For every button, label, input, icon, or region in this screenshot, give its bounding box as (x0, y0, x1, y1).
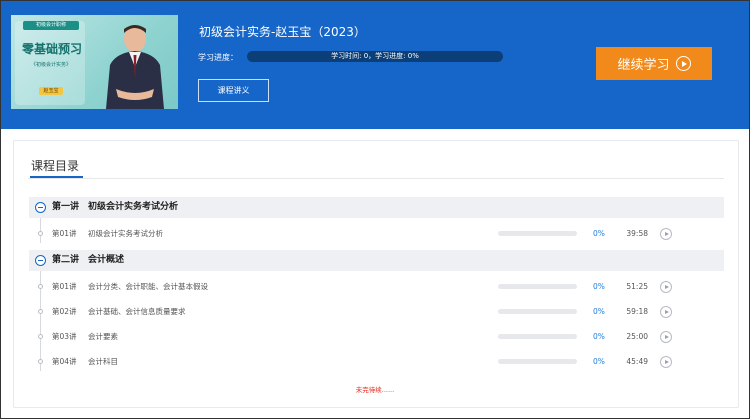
chapter-title: 第一讲 初级会计实务考试分析 (52, 202, 179, 212)
collapse-minus-icon[interactable] (35, 255, 46, 266)
lesson-row[interactable]: 第01讲 会计分类、会计职能、会计基本假设 0% 51:25 (29, 278, 724, 296)
thumbnail-sub-text: 《初级会计实务》 (30, 62, 71, 68)
lesson-play-icon[interactable] (660, 281, 672, 293)
lesson-row[interactable]: 第01讲 初级会计实务考试分析 0% 39:58 (29, 225, 724, 243)
lesson-title[interactable]: 会计分类、会计职能、会计基本假设 (88, 278, 208, 296)
lesson-progress-bar (498, 309, 577, 314)
lesson-row[interactable]: 第02讲 会计基础、会计信息质量要求 0% 59:18 (29, 303, 724, 321)
continue-learning-label: 继续学习 (617, 58, 670, 73)
chapter-header[interactable]: 第二讲 会计概述 (29, 250, 724, 271)
lesson-number: 第02讲 (52, 307, 77, 316)
continue-learning-button[interactable]: 继续学习 (596, 47, 712, 80)
lesson-progress-percent: 0% (593, 307, 605, 316)
catalog-divider (28, 178, 724, 179)
lesson-dot (38, 309, 43, 314)
lesson-dot (38, 231, 43, 236)
course-progress-text: 学习时间: 0，学习进度: 0% (331, 52, 419, 60)
lesson-title[interactable]: 初级会计实务考试分析 (88, 225, 163, 243)
chapter-title: 第二讲 会计概述 (52, 255, 125, 265)
lesson-progress-percent: 0% (593, 282, 605, 291)
lesson-play-icon[interactable] (660, 356, 672, 368)
lesson-duration: 59:18 (626, 307, 648, 316)
lesson-progress-bar (498, 231, 577, 236)
course-progress-bar: 学习时间: 0，学习进度: 0% (247, 51, 503, 62)
lesson-title[interactable]: 会计要素 (88, 328, 118, 346)
lesson-duration: 45:49 (626, 357, 648, 366)
lesson-number: 第03讲 (52, 332, 77, 341)
lesson-row[interactable]: 第04讲 会计科目 0% 45:49 (29, 353, 724, 371)
lesson-play-icon[interactable] (660, 306, 672, 318)
lesson-number: 第01讲 (52, 229, 77, 238)
lesson-number: 第01讲 (52, 282, 77, 291)
lesson-progress-percent: 0% (593, 357, 605, 366)
lesson-title[interactable]: 会计基础、会计信息质量要求 (88, 303, 186, 321)
progress-label: 学习进度： (198, 53, 238, 62)
lesson-title[interactable]: 会计科目 (88, 353, 118, 371)
lesson-dot (38, 359, 43, 364)
lesson-progress-bar (498, 284, 577, 289)
lesson-play-icon[interactable] (660, 228, 672, 240)
lesson-duration: 51:25 (626, 282, 648, 291)
thumbnail-name-badge: 赵玉宝 (39, 87, 63, 95)
chapter-header[interactable]: 第一讲 初级会计实务考试分析 (29, 197, 724, 218)
thumbnail-top-badge: 初级会计职称 (23, 21, 79, 30)
instructor-photo (106, 25, 164, 109)
thumbnail-main-text: 零基础预习 (21, 42, 82, 56)
lesson-progress-bar (498, 359, 577, 364)
lesson-dot (38, 284, 43, 289)
course-notes-button[interactable]: 课程讲义 (198, 79, 269, 102)
lesson-progress-bar (498, 334, 577, 339)
course-thumbnail[interactable]: 初级会计职称 零基础预习 《初级会计实务》 赵玉宝 (11, 15, 178, 109)
lesson-duration: 25:00 (626, 332, 648, 341)
lesson-dot (38, 334, 43, 339)
lesson-number: 第04讲 (52, 357, 77, 366)
lesson-duration: 39:58 (626, 229, 648, 238)
catalog-title[interactable]: 课程目录 (31, 157, 79, 174)
lesson-play-icon[interactable] (660, 331, 672, 343)
course-title: 初级会计实务-赵玉宝（2023） (199, 25, 366, 39)
lesson-progress-percent: 0% (593, 229, 605, 238)
play-circle-icon (675, 56, 691, 71)
lesson-progress-percent: 0% (593, 332, 605, 341)
footer-note: 未完待续...... (355, 386, 395, 394)
collapse-minus-icon[interactable] (35, 202, 46, 213)
lesson-row[interactable]: 第03讲 会计要素 0% 25:00 (29, 328, 724, 346)
